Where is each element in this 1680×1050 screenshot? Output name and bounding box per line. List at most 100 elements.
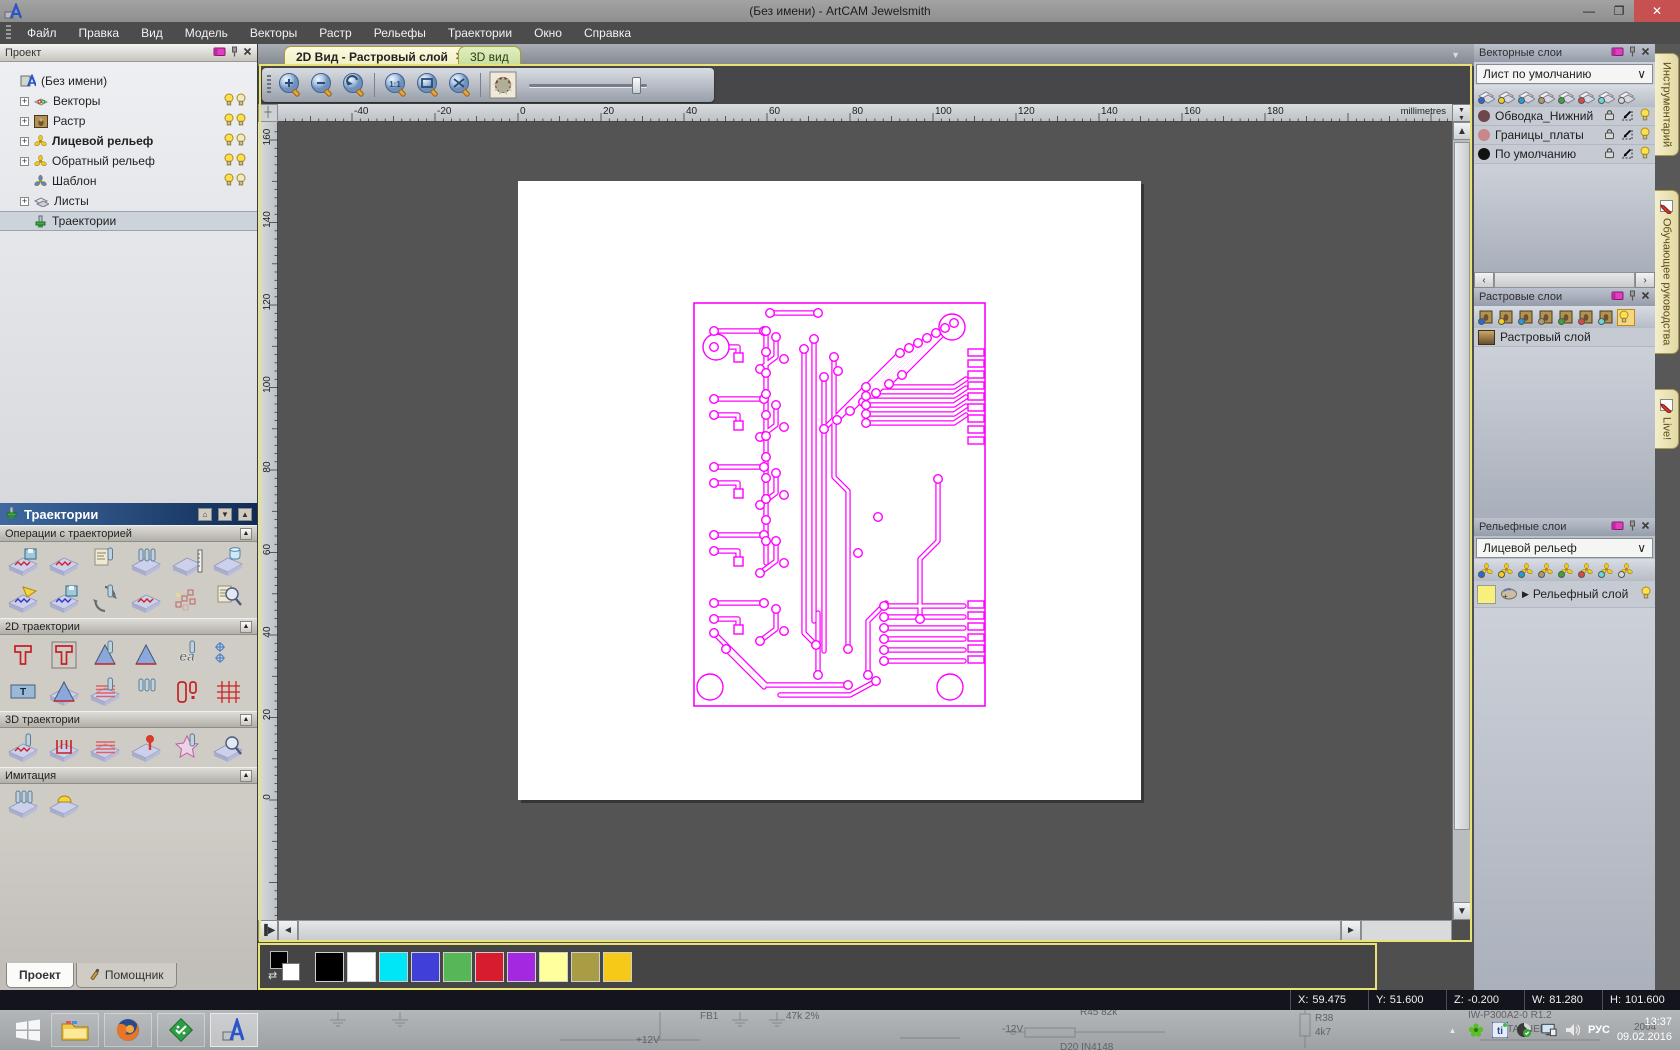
- help-book-icon[interactable]: [1611, 46, 1624, 60]
- tab-assistant[interactable]: Помощник: [75, 963, 177, 988]
- bulb-icon[interactable]: [1640, 586, 1652, 602]
- rel-tool-6-icon[interactable]: [1577, 562, 1595, 579]
- slice-relief-icon[interactable]: [84, 729, 125, 766]
- layer-color-dot[interactable]: [1478, 110, 1490, 122]
- delete-toolpath-icon[interactable]: [207, 543, 248, 580]
- material-block-icon[interactable]: [166, 543, 207, 580]
- toolpath-blocks-icon[interactable]: [43, 543, 84, 580]
- bulb-icon[interactable]: [1639, 108, 1651, 124]
- nesting-dots-icon[interactable]: [166, 580, 207, 617]
- expand-plus-icon[interactable]: +: [20, 136, 29, 146]
- menu-2[interactable]: Правка: [68, 23, 131, 43]
- roughing-3d-icon[interactable]: [2, 729, 43, 766]
- pin-icon[interactable]: [230, 46, 239, 60]
- engraving-ea-icon[interactable]: ea: [166, 636, 207, 673]
- zoom-previous-icon[interactable]: [340, 72, 367, 99]
- contrast-slider[interactable]: [529, 72, 647, 99]
- menu-7[interactable]: Рельефы: [363, 23, 437, 43]
- rel-tool-1-icon[interactable]: [1477, 562, 1495, 579]
- help-book-icon[interactable]: [1611, 520, 1624, 534]
- inlay-toolpath-icon[interactable]: [166, 673, 207, 710]
- toolpath-inspect-icon[interactable]: [207, 729, 248, 766]
- raster-contrast-icon[interactable]: [488, 71, 518, 99]
- bmp-tool-6-icon[interactable]: [1577, 309, 1595, 326]
- vertical-scrollbar[interactable]: ▲ ▼: [1452, 122, 1471, 920]
- expand-icon[interactable]: ▶: [1522, 589, 1529, 600]
- palette-color-9[interactable]: [571, 951, 600, 982]
- menu-4[interactable]: Модель: [174, 23, 239, 43]
- toolpath-calculator-icon[interactable]: [84, 543, 125, 580]
- vec-tool-4-icon[interactable]: [1537, 88, 1557, 105]
- flat-toolpath-icon[interactable]: [125, 580, 166, 617]
- drilling-icon[interactable]: [207, 636, 248, 673]
- lock-icon[interactable]: [1603, 147, 1616, 162]
- tree-item-4[interactable]: + Лицевой рельеф: [0, 131, 257, 151]
- grid-toolpath-icon[interactable]: [207, 673, 248, 710]
- bevel-carving-icon[interactable]: [125, 636, 166, 673]
- scroll-thumb[interactable]: [1494, 272, 1635, 288]
- taskbar-explorer-icon[interactable]: [51, 1013, 99, 1047]
- restore-button[interactable]: ❐: [1604, 0, 1634, 22]
- bmp-tool-2-icon[interactable]: [1497, 309, 1515, 326]
- palette-color-4[interactable]: [411, 951, 440, 982]
- texture-toolpath-icon[interactable]: [84, 673, 125, 710]
- pin-icon[interactable]: [1628, 290, 1637, 304]
- collapse-section-icon[interactable]: ▲: [240, 527, 252, 540]
- palette-color-6[interactable]: [475, 951, 504, 982]
- palette-color-2[interactable]: [347, 951, 376, 982]
- rel-tool-3-icon[interactable]: [1517, 562, 1535, 579]
- bmp-tool-3-icon[interactable]: [1517, 309, 1535, 326]
- snap-icon[interactable]: [1621, 128, 1634, 143]
- bmp-tool-4-icon[interactable]: [1537, 309, 1555, 326]
- taskbar-clock[interactable]: 13:37 09.02.2016: [1617, 1015, 1672, 1045]
- lock-icon[interactable]: [1603, 109, 1616, 124]
- horizontal-scrollbar[interactable]: ▐▶ ◄ ►: [258, 920, 1361, 941]
- simulate-toolpath-icon[interactable]: [2, 785, 43, 822]
- relief-layer-row[interactable]: + ▶ Рельефный слой: [1474, 581, 1655, 608]
- snap-icon[interactable]: [1621, 109, 1634, 124]
- vec-tool-8-icon[interactable]: [1617, 88, 1637, 105]
- collapse-all-button[interactable]: ▼: [218, 507, 232, 521]
- scroll-left-icon[interactable]: ◄: [278, 920, 298, 941]
- sheet-select[interactable]: Лист по умолчанию ∨: [1476, 64, 1653, 84]
- tray-volume-icon[interactable]: [1564, 1022, 1581, 1039]
- snap-icon[interactable]: [1621, 147, 1634, 162]
- profile-toolpath-icon[interactable]: [2, 636, 43, 673]
- menu-9[interactable]: Окно: [523, 23, 573, 43]
- tab-tutorials[interactable]: Обучающее руководства: [1655, 190, 1679, 355]
- batch-drills-icon[interactable]: [125, 543, 166, 580]
- menu-10[interactable]: Справка: [573, 23, 642, 43]
- rel-tool-7-icon[interactable]: [1597, 562, 1615, 579]
- bmp-tool-1-icon[interactable]: [1477, 309, 1495, 326]
- tree-item-2[interactable]: + Векторы: [0, 91, 257, 111]
- tab-list-dropdown-icon[interactable]: ▼: [1451, 50, 1460, 60]
- pin-icon[interactable]: [1628, 46, 1637, 60]
- collapse-section-icon[interactable]: ▲: [240, 620, 252, 633]
- text-plate-icon[interactable]: T: [2, 673, 43, 710]
- zoom-fit-page-icon[interactable]: [414, 72, 441, 99]
- multi-drill-icon[interactable]: [125, 673, 166, 710]
- area-clearance-icon[interactable]: [43, 636, 84, 673]
- rel-tool-2-icon[interactable]: [1497, 562, 1515, 579]
- help-book-icon[interactable]: [1611, 290, 1624, 304]
- tray-icq-icon[interactable]: [1468, 1022, 1485, 1039]
- wedge-milling-icon[interactable]: [43, 673, 84, 710]
- star-machining-icon[interactable]: [166, 729, 207, 766]
- taskbar-artcam-icon[interactable]: [210, 1013, 258, 1047]
- vec-tool-2-icon[interactable]: [1497, 88, 1517, 105]
- taskbar-firefox-icon[interactable]: [104, 1013, 152, 1047]
- tray-update-icon[interactable]: [1516, 1022, 1533, 1039]
- vector-layers-scrollbar[interactable]: ‹ ›: [1474, 272, 1655, 288]
- palette-color-8[interactable]: [539, 951, 568, 982]
- vector-layer-row-1[interactable]: Обводка_Нижний: [1474, 107, 1655, 126]
- close-panel-icon[interactable]: [243, 47, 252, 59]
- vec-tool-3-icon[interactable]: [1517, 88, 1537, 105]
- rel-tool-8-icon[interactable]: [1617, 562, 1635, 579]
- menu-1[interactable]: Файл: [16, 23, 68, 43]
- scrollbar-split-button[interactable]: ▐▶: [258, 920, 278, 941]
- language-indicator[interactable]: РУС: [1588, 1024, 1610, 1036]
- vertical-scroll-thumb[interactable]: [1454, 142, 1470, 830]
- zoom-1to1-icon[interactable]: 1:1: [382, 72, 409, 99]
- bmp-tool-8-icon[interactable]: [1617, 308, 1635, 326]
- expand-plus-icon[interactable]: +: [20, 96, 29, 106]
